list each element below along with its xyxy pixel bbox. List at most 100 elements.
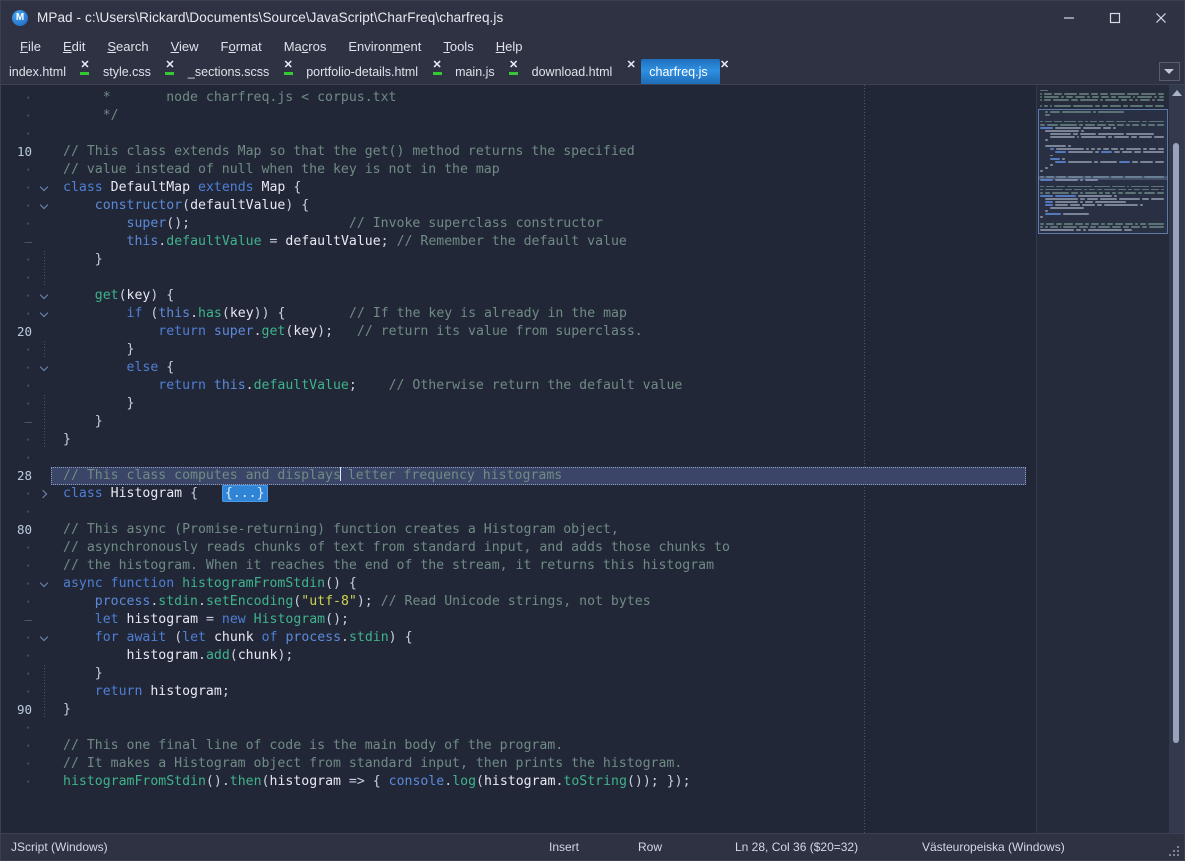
code-line[interactable]: let histogram = new Histogram(); [51,611,1036,629]
menu-view[interactable]: View [160,36,210,58]
tab-close-icon[interactable]: ✕ [507,59,521,79]
tab-portfolio-details-html[interactable]: portfolio-details.html [298,59,430,84]
fold-guide [37,143,51,161]
fold-collapse-icon[interactable] [37,575,51,593]
scroll-up-arrow-icon[interactable] [1169,85,1184,100]
code-line[interactable]: if (this.has(key)) { // If the key is al… [51,305,1036,323]
tab-overflow-button[interactable] [1154,59,1184,84]
menu-environment[interactable]: Environment [337,36,432,58]
fold-collapse-icon[interactable] [37,179,51,197]
tab-close-icon[interactable]: ✕ [281,59,295,79]
scrollbar-thumb[interactable] [1173,143,1179,743]
status-caret-position[interactable]: Ln 28, Col 36 ($20=32) [735,840,858,854]
tab-download-html[interactable]: download.html [524,59,625,84]
tab-close-icon[interactable]: ✕ [718,59,732,79]
menu-search[interactable]: Search [96,36,159,58]
tab-style-css[interactable]: style.css [95,59,163,84]
line-number: · [1,359,37,377]
tab-close-icon[interactable]: ✕ [624,59,638,79]
code-line[interactable] [51,125,1036,143]
fold-guide [37,503,51,521]
code-text-area[interactable]: * node charfreq.js < corpus.txt */ // Th… [51,85,1036,833]
menu-macros[interactable]: Macros [273,36,338,58]
fold-collapse-icon[interactable] [37,359,51,377]
line-number: – [1,611,37,629]
fold-guide [37,215,51,233]
code-line[interactable]: // It makes a Histogram object from stan… [51,755,1036,773]
code-line[interactable]: // This async (Promise-returning) functi… [51,521,1036,539]
tab--sections-scss[interactable]: _sections.scss [180,59,281,84]
code-line[interactable] [51,719,1036,737]
fold-guide [37,377,51,395]
status-language[interactable]: JScript (Windows) [11,840,108,854]
code-line[interactable]: for await (let chunk of process.stdin) { [51,629,1036,647]
code-line[interactable]: } [51,413,1036,431]
code-line[interactable]: return histogram; [51,683,1036,701]
code-line[interactable]: histogram.add(chunk); [51,647,1036,665]
fold-collapse-icon[interactable] [37,629,51,647]
code-line[interactable]: * node charfreq.js < corpus.txt [51,89,1036,107]
vertical-scrollbar[interactable] [1169,85,1184,833]
menu-file[interactable]: File [9,36,52,58]
code-line[interactable]: constructor(defaultValue) { [51,197,1036,215]
code-line[interactable]: class Histogram { {...} [51,485,1036,503]
tab-label: index.html [6,65,69,79]
resize-grip-icon[interactable] [1169,846,1180,857]
code-line[interactable]: histogramFromStdin().then(histogram => {… [51,773,1036,791]
code-line[interactable]: class DefaultMap extends Map { [51,179,1036,197]
code-line[interactable]: } [51,341,1036,359]
menu-edit[interactable]: Edit [52,36,96,58]
code-line[interactable]: super(); // Invoke superclass constructo… [51,215,1036,233]
tab-close-icon[interactable]: ✕ [163,59,177,79]
code-line[interactable] [51,449,1036,467]
status-selection-mode[interactable]: Row [638,840,662,854]
code-line[interactable]: } [51,395,1036,413]
tab-label: download.html [529,65,616,79]
tab-close-icon[interactable]: ✕ [430,59,444,79]
code-folding-gutter[interactable] [37,85,51,833]
tab-charfreq-js[interactable]: charfreq.js [641,59,719,84]
menu-help[interactable]: Help [485,36,534,58]
code-line[interactable]: // asynchronously reads chunks of text f… [51,539,1036,557]
code-line[interactable]: // value instead of null when the key is… [51,161,1036,179]
code-line[interactable]: // the histogram. When it reaches the en… [51,557,1036,575]
maximize-icon[interactable] [1092,1,1138,34]
code-line[interactable]: // This one final line of code is the ma… [51,737,1036,755]
tab-main-js[interactable]: main.js [447,59,507,84]
status-insert-mode[interactable]: Insert [549,840,579,854]
code-line[interactable]: process.stdin.setEncoding("utf-8"); // R… [51,593,1036,611]
code-line[interactable]: } [51,251,1036,269]
fold-collapse-icon[interactable] [37,197,51,215]
collapsed-region-badge[interactable]: {...} [222,485,268,502]
tab-index-html[interactable]: index.html [1,59,78,84]
code-line[interactable]: this.defaultValue = defaultValue; // Rem… [51,233,1036,251]
code-line[interactable]: } [51,431,1036,449]
current-code-line[interactable]: // This class computes and displays lett… [51,467,1026,485]
fold-expand-icon[interactable] [37,485,51,503]
code-line[interactable]: */ [51,107,1036,125]
fold-collapse-icon[interactable] [37,305,51,323]
code-line[interactable] [51,269,1036,287]
fold-collapse-icon[interactable] [37,287,51,305]
code-line[interactable]: return this.defaultValue; // Otherwise r… [51,377,1036,395]
code-line[interactable]: } [51,665,1036,683]
app-logo-icon: M [12,10,28,26]
status-encoding[interactable]: Västeuropeiska (Windows) [922,840,1065,854]
fold-guide [37,125,51,143]
menu-tools[interactable]: Tools [432,36,484,58]
code-line[interactable]: async function histogramFromStdin() { [51,575,1036,593]
code-line[interactable]: // This class extends Map so that the ge… [51,143,1036,161]
minimize-icon[interactable] [1046,1,1092,34]
fold-guide [37,269,51,287]
code-line[interactable]: return super.get(key); // return its val… [51,323,1036,341]
code-minimap[interactable] [1036,85,1169,833]
menu-format[interactable]: Format [210,36,273,58]
code-line[interactable]: else { [51,359,1036,377]
code-line[interactable] [51,503,1036,521]
tab-close-icon[interactable]: ✕ [78,59,92,79]
line-number-gutter[interactable]: ···10····–····20····–··28··80····–····90… [1,85,37,833]
code-line[interactable]: get(key) { [51,287,1036,305]
code-line[interactable]: } [51,701,1036,719]
fold-guide [37,323,51,341]
close-icon[interactable] [1138,1,1184,34]
